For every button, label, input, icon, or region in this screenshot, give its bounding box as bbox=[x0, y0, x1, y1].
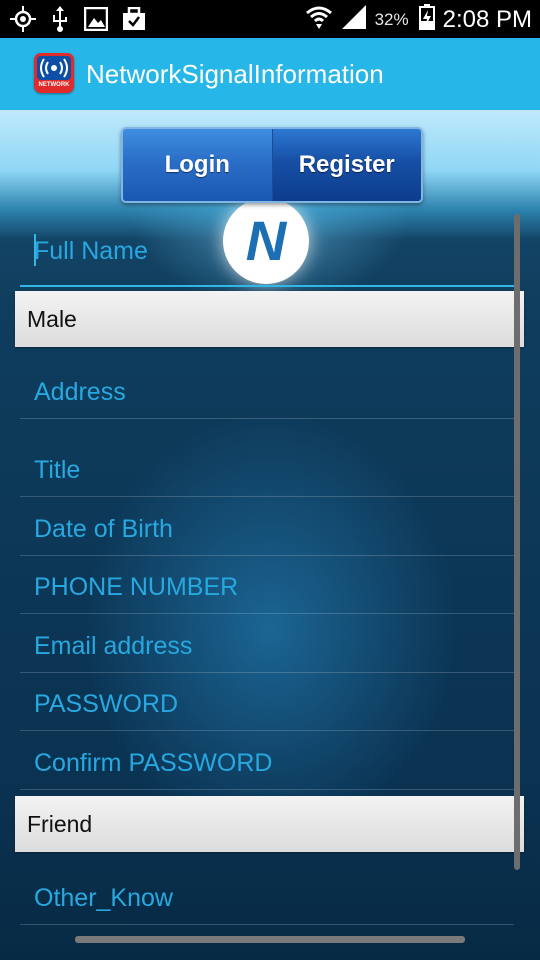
wifi-icon bbox=[305, 4, 333, 36]
battery-icon bbox=[418, 4, 435, 36]
status-bar: 32% 2:08 PM bbox=[0, 0, 540, 38]
horizontal-scrollbar[interactable] bbox=[75, 936, 465, 943]
auth-tabs: Login Register bbox=[121, 127, 423, 203]
title-placeholder: Title bbox=[34, 456, 81, 484]
system-icons: 32% 2:08 PM bbox=[305, 4, 532, 36]
full-name-placeholder: Full Name bbox=[34, 237, 148, 265]
gender-spinner[interactable]: Male bbox=[15, 291, 524, 347]
vertical-scrollbar[interactable] bbox=[514, 214, 520, 870]
date-of-birth-field[interactable]: Date of Birth bbox=[20, 509, 514, 556]
phone-number-field[interactable]: PHONE NUMBER bbox=[20, 567, 514, 614]
clock: 2:08 PM bbox=[442, 6, 532, 33]
app-bar: NETWORK NetworkSignalInformation bbox=[0, 38, 540, 110]
image-icon bbox=[83, 6, 109, 36]
address-placeholder: Address bbox=[34, 378, 126, 406]
password-placeholder: PASSWORD bbox=[34, 690, 178, 718]
title-field[interactable]: Title bbox=[20, 450, 514, 497]
app-logo-icon: NETWORK bbox=[34, 53, 74, 93]
app-logo-label: NETWORK bbox=[38, 82, 70, 88]
battery-percent: 32% bbox=[374, 10, 409, 29]
phone-number-placeholder: PHONE NUMBER bbox=[34, 573, 239, 601]
email-placeholder: Email address bbox=[34, 632, 193, 660]
other-know-field[interactable]: Other_Know bbox=[20, 878, 514, 925]
registration-screen: N Login Register Full Name Male Address … bbox=[0, 110, 540, 960]
signal-icon bbox=[341, 4, 367, 36]
email-field[interactable]: Email address bbox=[20, 626, 514, 673]
usb-icon bbox=[50, 6, 70, 37]
referral-spinner[interactable]: Friend bbox=[15, 796, 524, 852]
password-field[interactable]: PASSWORD bbox=[20, 684, 514, 731]
register-button[interactable]: Register bbox=[272, 129, 421, 201]
referral-value: Friend bbox=[27, 811, 93, 837]
briefcase-icon bbox=[122, 6, 146, 36]
confirm-password-placeholder: Confirm PASSWORD bbox=[34, 749, 273, 777]
confirm-password-field[interactable]: Confirm PASSWORD bbox=[20, 743, 514, 790]
notification-icons bbox=[10, 6, 146, 37]
address-field[interactable]: Address bbox=[20, 372, 514, 419]
date-of-birth-placeholder: Date of Birth bbox=[34, 515, 173, 543]
login-button[interactable]: Login bbox=[123, 129, 273, 201]
full-name-field[interactable]: Full Name bbox=[20, 217, 514, 287]
gender-value: Male bbox=[27, 306, 77, 332]
app-title: NetworkSignalInformation bbox=[86, 59, 384, 89]
other-know-placeholder: Other_Know bbox=[34, 884, 173, 912]
gps-icon bbox=[10, 6, 36, 37]
